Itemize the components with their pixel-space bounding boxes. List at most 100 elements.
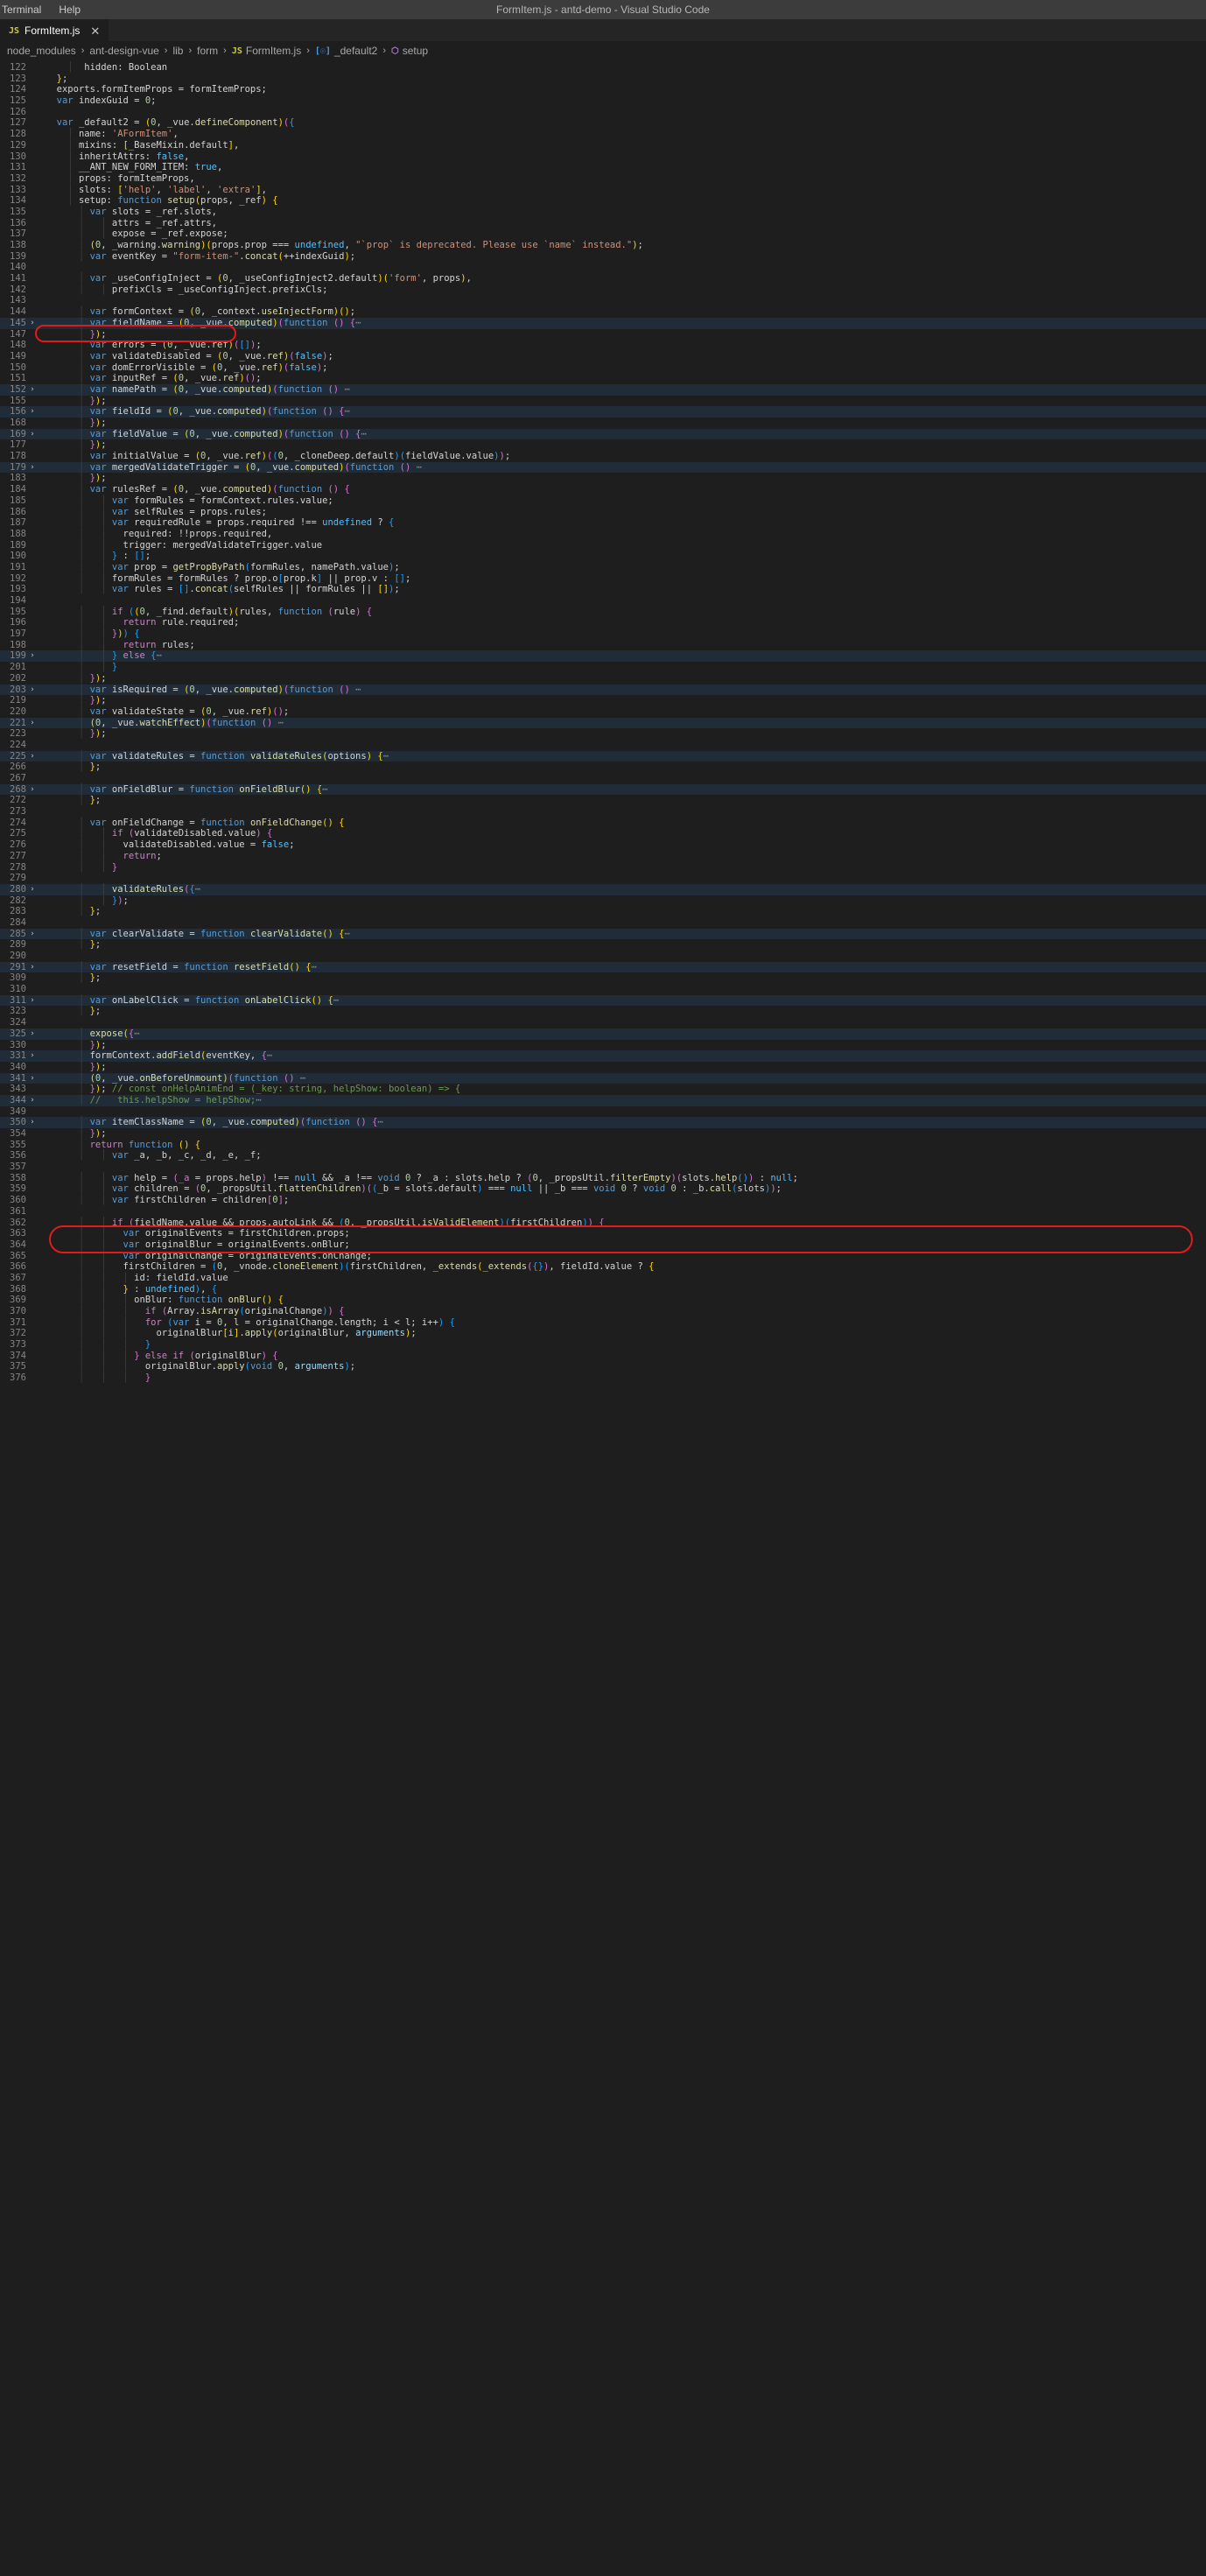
code-line[interactable]: 135 │ var slots = _ref.slots, [0,207,1206,218]
fold-chevron-icon[interactable]: › [26,406,39,418]
code-line[interactable]: 290 [0,951,1206,962]
code-line[interactable]: 143 [0,295,1206,306]
fold-chevron-icon[interactable]: › [26,718,39,729]
code-line[interactable]: 359 │ │ var children = (0, _propsUtil.fl… [0,1183,1206,1195]
code-line[interactable]: 152 › │ var namePath = (0, _vue.computed)… [0,383,1206,396]
code-line[interactable]: 372 │ │ │ originalBlur[i].apply(original… [0,1328,1206,1339]
code-line[interactable]: 275 │ │ if (validateDisabled.value) { [0,828,1206,839]
fold-chevron-icon[interactable]: › [26,995,39,1007]
fold-chevron-icon[interactable]: › [26,1073,39,1084]
code-line[interactable]: 202 │ }); [0,673,1206,684]
code-line[interactable]: 168 │ }); [0,418,1206,429]
code-line[interactable]: 266 │ }; [0,762,1206,773]
code-line[interactable]: 178 │ var initialValue = (0, _vue.ref)((… [0,451,1206,462]
fold-chevron-icon[interactable]: › [26,684,39,696]
menu-item-terminal[interactable]: Terminal [0,4,43,16]
fold-chevron-icon[interactable]: › [26,784,39,796]
fold-chevron-icon[interactable]: › [26,650,39,662]
code-line[interactable]: 223 │ }); [0,728,1206,740]
code-line[interactable]: 365 │ │ var originalChange = originalEve… [0,1251,1206,1262]
code-line[interactable]: 375 │ │ │ originalBlur.apply(void 0, arg… [0,1361,1206,1372]
code-line[interactable]: 309 │ }; [0,972,1206,984]
tab-formitem-js[interactable]: JS FormItem.js ✕ [0,19,109,41]
code-line[interactable]: 198 │ │ return rules; [0,640,1206,651]
code-line[interactable]: 197 │ │ })) { [0,628,1206,640]
code-line[interactable]: 148 │ var errors = (0, _vue.ref)([]); [0,340,1206,351]
breadcrumb-item-setup[interactable]: setup [403,45,428,57]
code-line[interactable]: 368 │ │ } : undefined), { [0,1284,1206,1295]
code-line[interactable]: 341 › │ (0, _vue.onBeforeUnmount)(functio… [0,1072,1206,1084]
code-line[interactable]: 279 [0,873,1206,884]
code-line[interactable]: 140 [0,262,1206,273]
code-line[interactable]: 141 │ var _useConfigInject = (0, _useCon… [0,273,1206,284]
fold-chevron-icon[interactable]: › [26,1095,39,1106]
code-line[interactable]: 358 │ │ var help = (_a = props.help) !==… [0,1173,1206,1184]
code-line[interactable]: 203 › │ var isRequired = (0, _vue.compute… [0,684,1206,696]
code-line[interactable]: 357 [0,1162,1206,1173]
code-line[interactable]: 344 › │ // this.helpShow = helpShow;⋯ [0,1094,1206,1106]
code-line[interactable]: 366 │ │ firstChildren = (0, _vnode.clone… [0,1261,1206,1273]
code-line[interactable]: 311 › │ var onLabelClick = function onLab… [0,994,1206,1007]
code-line[interactable]: 363 │ │ var originalEvents = firstChildr… [0,1228,1206,1239]
code-line[interactable]: 277 │ │ return; [0,851,1206,862]
code-line[interactable]: 194 [0,595,1206,607]
code-line[interactable]: 369 │ │ │ onBlur: function onBlur() { [0,1295,1206,1306]
code-line[interactable]: 373 │ │ │ } [0,1339,1206,1351]
code-line[interactable]: 134 │ setup: function setup(props, _ref)… [0,195,1206,207]
code-line[interactable]: 183 │ }); [0,473,1206,484]
code-line[interactable]: 330 │ }); [0,1040,1206,1051]
code-line[interactable]: 190 │ │ } : []; [0,551,1206,562]
code-line[interactable]: 199 › │ │ } else {⋯ [0,650,1206,663]
code-line[interactable]: 350 › │ var itemClassName = (0, _vue.comp… [0,1117,1206,1128]
code-line[interactable]: 124 exports.formItemProps = formItemProp… [0,84,1206,95]
code-line[interactable]: 151 │ var inputRef = (0, _vue.ref)(); [0,373,1206,384]
code-line[interactable]: 371 │ │ │ for (var i = 0, l = originalCh… [0,1317,1206,1329]
code-line[interactable]: 126 [0,107,1206,118]
code-line[interactable]: 274 │ var onFieldChange = function onFie… [0,818,1206,829]
code-line[interactable]: 349 [0,1106,1206,1118]
code-line[interactable]: 282 │ │ }); [0,895,1206,907]
code-line[interactable]: 132 │ props: formItemProps, [0,173,1206,185]
code-line[interactable]: 192 │ │ formRules = formRules ? prop.o[p… [0,573,1206,585]
code-line[interactable]: 340 │ }); [0,1062,1206,1073]
fold-chevron-icon[interactable]: › [26,429,39,440]
code-line[interactable]: 267 [0,773,1206,784]
code-line[interactable]: 374 │ │ │ } else if (originalBlur) { [0,1351,1206,1362]
code-line[interactable]: 273 [0,806,1206,818]
code-line[interactable]: 224 [0,740,1206,751]
code-line[interactable]: 276 │ │ validateDisabled.value = false; [0,839,1206,851]
breadcrumb-item-ant-design-vue[interactable]: ant-design-vue [89,45,158,57]
menu-bar[interactable]: Terminal Help [0,4,82,16]
code-line[interactable]: 179 › │ var mergedValidateTrigger = (0, _… [0,461,1206,474]
code-line[interactable]: 225 › │ var validateRules = function vali… [0,750,1206,762]
code-line[interactable]: 138 │ (0, _warning.warning)(props.prop =… [0,240,1206,251]
fold-chevron-icon[interactable]: › [26,884,39,895]
code-line[interactable]: 367 │ │ │ id: fieldId.value [0,1273,1206,1284]
code-line[interactable]: 139 │ var eventKey = "form-item-".concat… [0,251,1206,263]
menu-item-help[interactable]: Help [57,4,82,16]
code-line[interactable]: 364 │ │ var originalBlur = originalEvent… [0,1239,1206,1251]
code-line[interactable]: 177 │ }); [0,439,1206,451]
fold-chevron-icon[interactable]: › [26,1117,39,1128]
code-line[interactable]: 272 │ }; [0,795,1206,806]
code-line[interactable]: 186 │ │ var selfRules = props.rules; [0,507,1206,518]
code-line[interactable]: 129 │ mixins: [_BaseMixin.default], [0,140,1206,151]
code-line[interactable]: 291 › │ var resetField = function resetFi… [0,961,1206,973]
code-line[interactable]: 221 › │ (0, _vue.watchEffect)(function ()… [0,717,1206,729]
code-line[interactable]: 136 │ │ attrs = _ref.attrs, [0,218,1206,229]
code-line[interactable]: 193 │ │ var rules = [].concat(selfRules … [0,584,1206,595]
code-line[interactable]: 130 │ inheritAttrs: false, [0,151,1206,163]
fold-chevron-icon[interactable]: › [26,751,39,762]
code-line[interactable]: 376 │ │ │ } [0,1372,1206,1384]
code-line[interactable]: 155 │ }); [0,396,1206,407]
fold-chevron-icon[interactable]: › [26,318,39,329]
code-line[interactable]: 195 │ │ if ((0, _find.default)(rules, fu… [0,607,1206,618]
code-line[interactable]: 169 › │ var fieldValue = (0, _vue.compute… [0,428,1206,440]
code-line[interactable]: 188 │ │ required: !!props.required, [0,529,1206,540]
fold-chevron-icon[interactable]: › [26,1028,39,1040]
code-line[interactable]: 220 │ var validateState = (0, _vue.ref)(… [0,706,1206,718]
breadcrumb-item-form[interactable]: form [197,45,218,57]
code-editor[interactable]: 122 │ hidden: Boolean 123 }; 124 exports.f… [0,60,1206,1384]
code-line[interactable]: 355 │ return function () { [0,1140,1206,1151]
code-line[interactable]: 191 │ │ var prop = getPropByPath(formRul… [0,562,1206,573]
